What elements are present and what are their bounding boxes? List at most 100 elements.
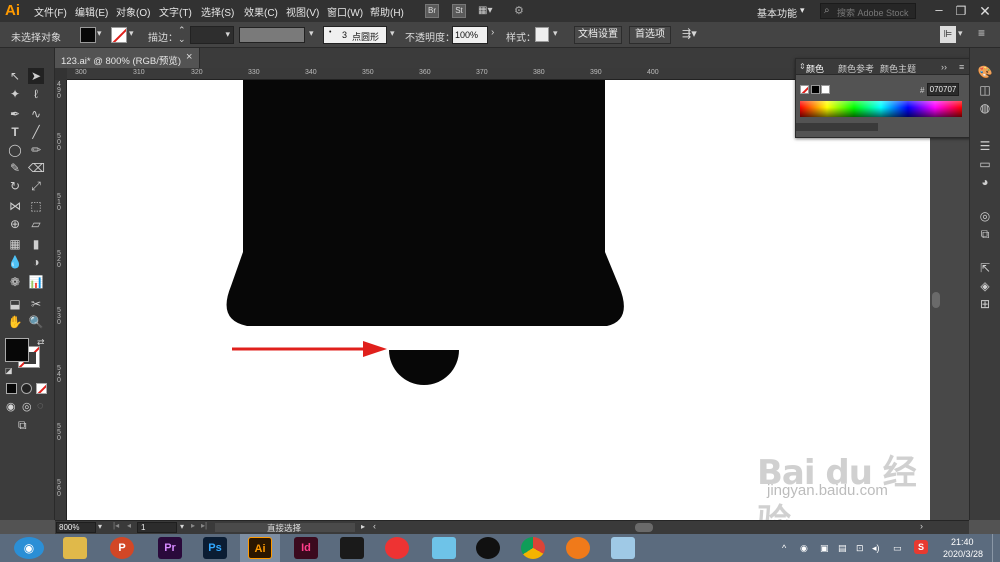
tray-keyboard-icon[interactable]: ▭ [893,543,902,554]
maximize-button[interactable]: ❐ [952,2,970,20]
curvature-tool-icon[interactable]: ∿ [28,106,44,122]
workspace-switcher[interactable]: 基本功能 [757,5,797,20]
color-panel-icon[interactable]: 🎨 [977,64,993,80]
color-mode-icon[interactable] [6,383,17,394]
stroke-stepper[interactable]: ⌃ ⌄ [178,26,186,44]
zoom-tool-icon[interactable]: 🔍 [28,314,44,330]
ellipse-tool-icon[interactable]: ◯ [7,142,23,158]
last-page-icon[interactable]: ▸| [201,521,207,530]
type-tool-icon[interactable]: T [7,124,23,140]
opacity-arrow-icon[interactable]: › [491,27,494,38]
gradient-tool-icon[interactable]: ▮ [28,236,44,252]
tab-color[interactable]: 颜色 [806,62,824,75]
shape-builder-tool-icon[interactable]: ⊕ [7,216,23,232]
white-swatch[interactable] [821,85,830,94]
draw-inside-icon[interactable]: ◌ [37,400,44,412]
lasso-tool-icon[interactable]: ℓ [28,86,44,102]
stock-button[interactable]: St [452,4,466,18]
browser-icon[interactable] [566,537,590,559]
hand-tool-icon[interactable]: ✋ [7,314,23,330]
tray-network-icon[interactable]: ▤ [838,543,847,554]
prev-page-icon[interactable]: ◂ [127,521,131,530]
free-transform-tool-icon[interactable]: ⬚ [28,198,44,214]
page-chevron-icon[interactable]: ▾ [180,522,184,531]
layers-panel-icon[interactable]: ◈ [977,278,993,294]
mesh-tool-icon[interactable]: ▦ [7,236,23,252]
tray-volume-icon[interactable]: ◂) [872,543,880,554]
powerpoint-icon[interactable]: P [110,537,134,559]
control-menu-icon[interactable]: ≡ [978,26,985,40]
indesign-icon[interactable]: Id [294,537,318,559]
ime-icon[interactable]: S [914,540,928,554]
pen-tool-icon[interactable]: ✒ [7,106,23,122]
color-spectrum[interactable] [800,101,962,117]
file-explorer-icon[interactable] [63,537,87,559]
stroke-panel-icon[interactable]: ☰ [977,138,993,154]
scroll-thumb[interactable] [932,292,940,308]
shaper-tool-icon[interactable]: ✎ [7,160,23,176]
hscroll-left-icon[interactable]: ‹ [373,521,376,531]
status-arrow-icon[interactable]: ▸ [361,522,365,531]
draw-behind-icon[interactable]: ◎ [22,400,32,413]
zoom-field[interactable]: 800% [56,522,96,533]
export-icon[interactable]: ⇱ [977,260,993,276]
illustrator-icon[interactable]: Ai [248,537,272,559]
line-tool-icon[interactable]: ╱ [28,124,44,140]
ruler-origin[interactable] [55,68,67,80]
chrome-icon[interactable] [521,537,545,559]
arrange-documents-icon[interactable]: ▦▾ [478,5,492,17]
menu-file[interactable]: 文件(F) [34,4,67,19]
align-icon[interactable]: ⊫ [940,26,956,43]
tab-color-guide[interactable]: 颜色参考 [838,62,874,75]
first-page-icon[interactable]: |◂ [113,521,119,530]
tray-qq-icon[interactable]: ◉ [800,543,808,554]
none-mode-icon[interactable] [36,383,47,394]
premiere-icon[interactable]: Pr [158,537,182,559]
eraser-tool-icon[interactable]: ⌫ [28,160,45,176]
menu-effect[interactable]: 效果(C) [244,4,278,19]
menu-type[interactable]: 文字(T) [159,4,192,19]
artboard-number-field[interactable]: 1 [137,522,177,533]
fill-swatch[interactable] [80,27,96,43]
artboard-canvas[interactable]: Bai du 经验 jingyan.baidu.com [67,80,930,520]
stroke-swatch[interactable] [111,27,127,43]
default-colors-icon[interactable]: ◪ [5,366,13,375]
stock-search-field[interactable]: ⌕ 搜索 Adobe Stock [820,3,916,19]
profile-chevron-icon[interactable]: ▾ [309,28,314,39]
brush-chevron-icon[interactable]: ▾ [390,28,395,39]
opacity-field[interactable]: 100% [452,26,488,44]
minimize-button[interactable]: – [930,2,948,20]
stroke-weight-field[interactable]: ▾ [190,26,234,44]
tray-app-icon[interactable]: ▣ [820,543,829,554]
transparency-panel-icon[interactable]: ◕ [977,174,993,190]
menu-window[interactable]: 窗口(W) [327,4,363,19]
next-page-icon[interactable]: ▸ [191,521,195,530]
zoom-chevron-icon[interactable]: ▾ [98,522,102,531]
draw-normal-icon[interactable]: ◉ [6,400,16,413]
fill-chevron-icon[interactable]: ▾ [97,28,102,39]
graphic-style-swatch[interactable] [535,27,549,42]
black-swatch[interactable] [811,85,820,94]
arrange-icon[interactable]: ⇶▾ [682,27,697,40]
selection-tool-icon[interactable]: ↖ [7,68,23,84]
menu-edit[interactable]: 编辑(E) [75,4,108,19]
swap-colors-icon[interactable]: ⇄ [37,337,45,348]
clock-time[interactable]: 21:40 [951,537,974,547]
close-tab-icon[interactable]: × [186,51,192,63]
gpu-performance-icon[interactable]: ⚙ [514,4,530,18]
width-tool-icon[interactable]: ⋈ [7,198,23,214]
gradient-mode-icon[interactable] [21,383,32,394]
none-swatch[interactable] [800,85,809,94]
bridge-button[interactable]: Br [425,4,439,18]
brush-definition[interactable]: • 3 点圆形 [323,26,387,44]
symbol-sprayer-tool-icon[interactable]: ❁ [7,274,23,290]
variable-width-profile[interactable] [239,27,305,43]
scale-tool-icon[interactable]: ⤢ [28,178,44,194]
cc-libraries-icon[interactable]: ◎ [977,208,993,224]
gradient-panel-icon[interactable]: ▭ [977,156,993,172]
asset-export-icon[interactable]: ⧉ [977,226,993,242]
blend-tool-icon[interactable]: ◑ [28,254,44,270]
panel-collapse-icon[interactable]: ⇕ [799,62,806,71]
start-button[interactable]: ◉ [14,537,44,559]
workspace-chevron-icon[interactable]: ▾ [800,5,805,16]
